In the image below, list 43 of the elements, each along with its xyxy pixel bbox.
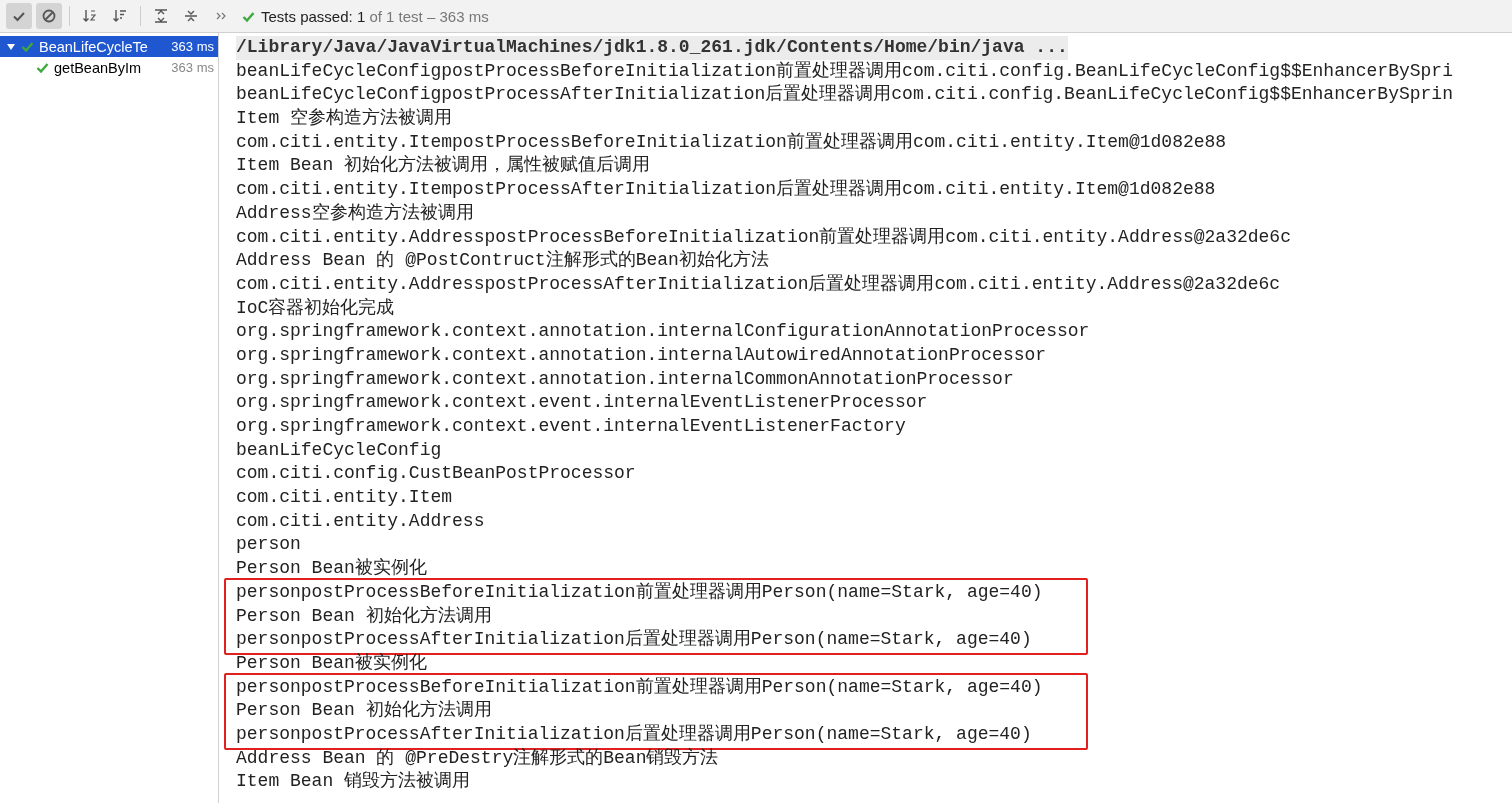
console-line: Address Bean 的 @PreDestry注解形式的Bean销毁方法 — [236, 746, 720, 770]
console-line: com.citi.config.CustBeanPostProcessor — [236, 462, 637, 486]
passed-button[interactable] — [6, 3, 32, 29]
console-line: org.springframework.context.annotation.internalConfigurationAnnotationProcessor — [236, 320, 1091, 344]
console-line: Item Bean 初始化方法被调用，属性被赋值后调用 — [236, 154, 652, 178]
console-line: com.citi.entity.Address — [236, 509, 486, 533]
console-line: personpostProcessBeforeInitialization前置处理器调用Person(name=Stark, age=40) — [236, 580, 1044, 604]
console-line: personpostProcessBeforeInitialization前置处理器调用Person(name=Stark, age=40) — [236, 675, 1044, 699]
prohibited-icon — [41, 8, 57, 24]
console-line: Item 空参构造方法被调用 — [236, 107, 453, 131]
sort-alphabetical-icon — [82, 8, 98, 24]
console-line: personpostProcessAfterInitialization后置处理器调用Person(name=Stark, age=40) — [236, 722, 1033, 746]
test-tree-item[interactable]: BeanLifeCycleTe 363 ms — [0, 36, 218, 57]
console-line: org.springframework.context.event.internalEventListenerFactory — [236, 415, 907, 438]
console-line: Person Bean被实例化 — [236, 557, 428, 581]
console-line: com.citi.entity.ItempostProcessBeforeInitialization前置处理器调用com.citi.entity.Item@1d082e88 — [236, 130, 1228, 154]
test-tree-item[interactable]: getBeanByIm 363 ms — [0, 57, 218, 78]
console-line: Person Bean 初始化方法调用 — [236, 604, 493, 628]
console-line: com.citi.entity.AddresspostProcessBeforeInitialization前置处理器调用com.citi.entity.Address@2a32de6c — [236, 225, 1292, 249]
collapse-all-icon — [183, 8, 199, 24]
console-line: org.springframework.context.annotation.internalCommonAnnotationProcessor — [236, 367, 1015, 391]
console-line: personpostProcessAfterInitialization后置处理器调用Person(name=Stark, age=40) — [236, 628, 1033, 652]
console-line: Item Bean 销毁方法被调用 — [236, 770, 472, 794]
console-line: Address空参构造方法被调用 — [236, 201, 475, 225]
console-line: com.citi.entity.ItempostProcessAfterInitialization后置处理器调用com.citi.entity.Item@1d082e88 — [236, 178, 1217, 202]
console-line: Address Bean 的 @PostContruct注解形式的Bean初始化方法 — [236, 249, 770, 273]
console-line: Person Bean被实例化 — [236, 651, 428, 675]
expand-all-icon — [153, 8, 169, 24]
console-line: org.springframework.context.event.internalEventListenerProcessor — [236, 391, 929, 415]
console-line: person — [236, 533, 302, 557]
console-line: com.citi.entity.AddresspostProcessAfterInitialization后置处理器调用com.citi.entity.Address@2a32de6c — [236, 272, 1282, 296]
status-text: Tests passed: 1 of 1 test – 363 ms — [261, 7, 489, 25]
console-line: beanLifeCycleConfigpostProcessAfterInitialization后置处理器调用com.citi.config.BeanLifeCycleConfig$$EnhancerBySprin — [236, 83, 1454, 107]
console-line: beanLifeCycleConfig — [236, 438, 443, 462]
check-icon — [242, 9, 255, 23]
console-line: org.springframework.context.annotation.internalAutowiredAnnotationProcessor — [236, 343, 1048, 367]
ignored-button[interactable] — [36, 3, 62, 29]
console-line: IoC容器初始化完成 — [236, 296, 396, 320]
console-line: Person Bean 初始化方法调用 — [236, 699, 493, 723]
sort-lines-icon — [112, 8, 128, 24]
console-line: beanLifeCycleConfigpostProcessBeforeInitialization前置处理器调用com.citi.config.BeanLifeCycleConfig$$EnhancerBySpri — [236, 59, 1454, 83]
console-line: com.citi.entity.Item — [236, 486, 454, 510]
expand-arrow-icon[interactable] — [6, 41, 16, 52]
